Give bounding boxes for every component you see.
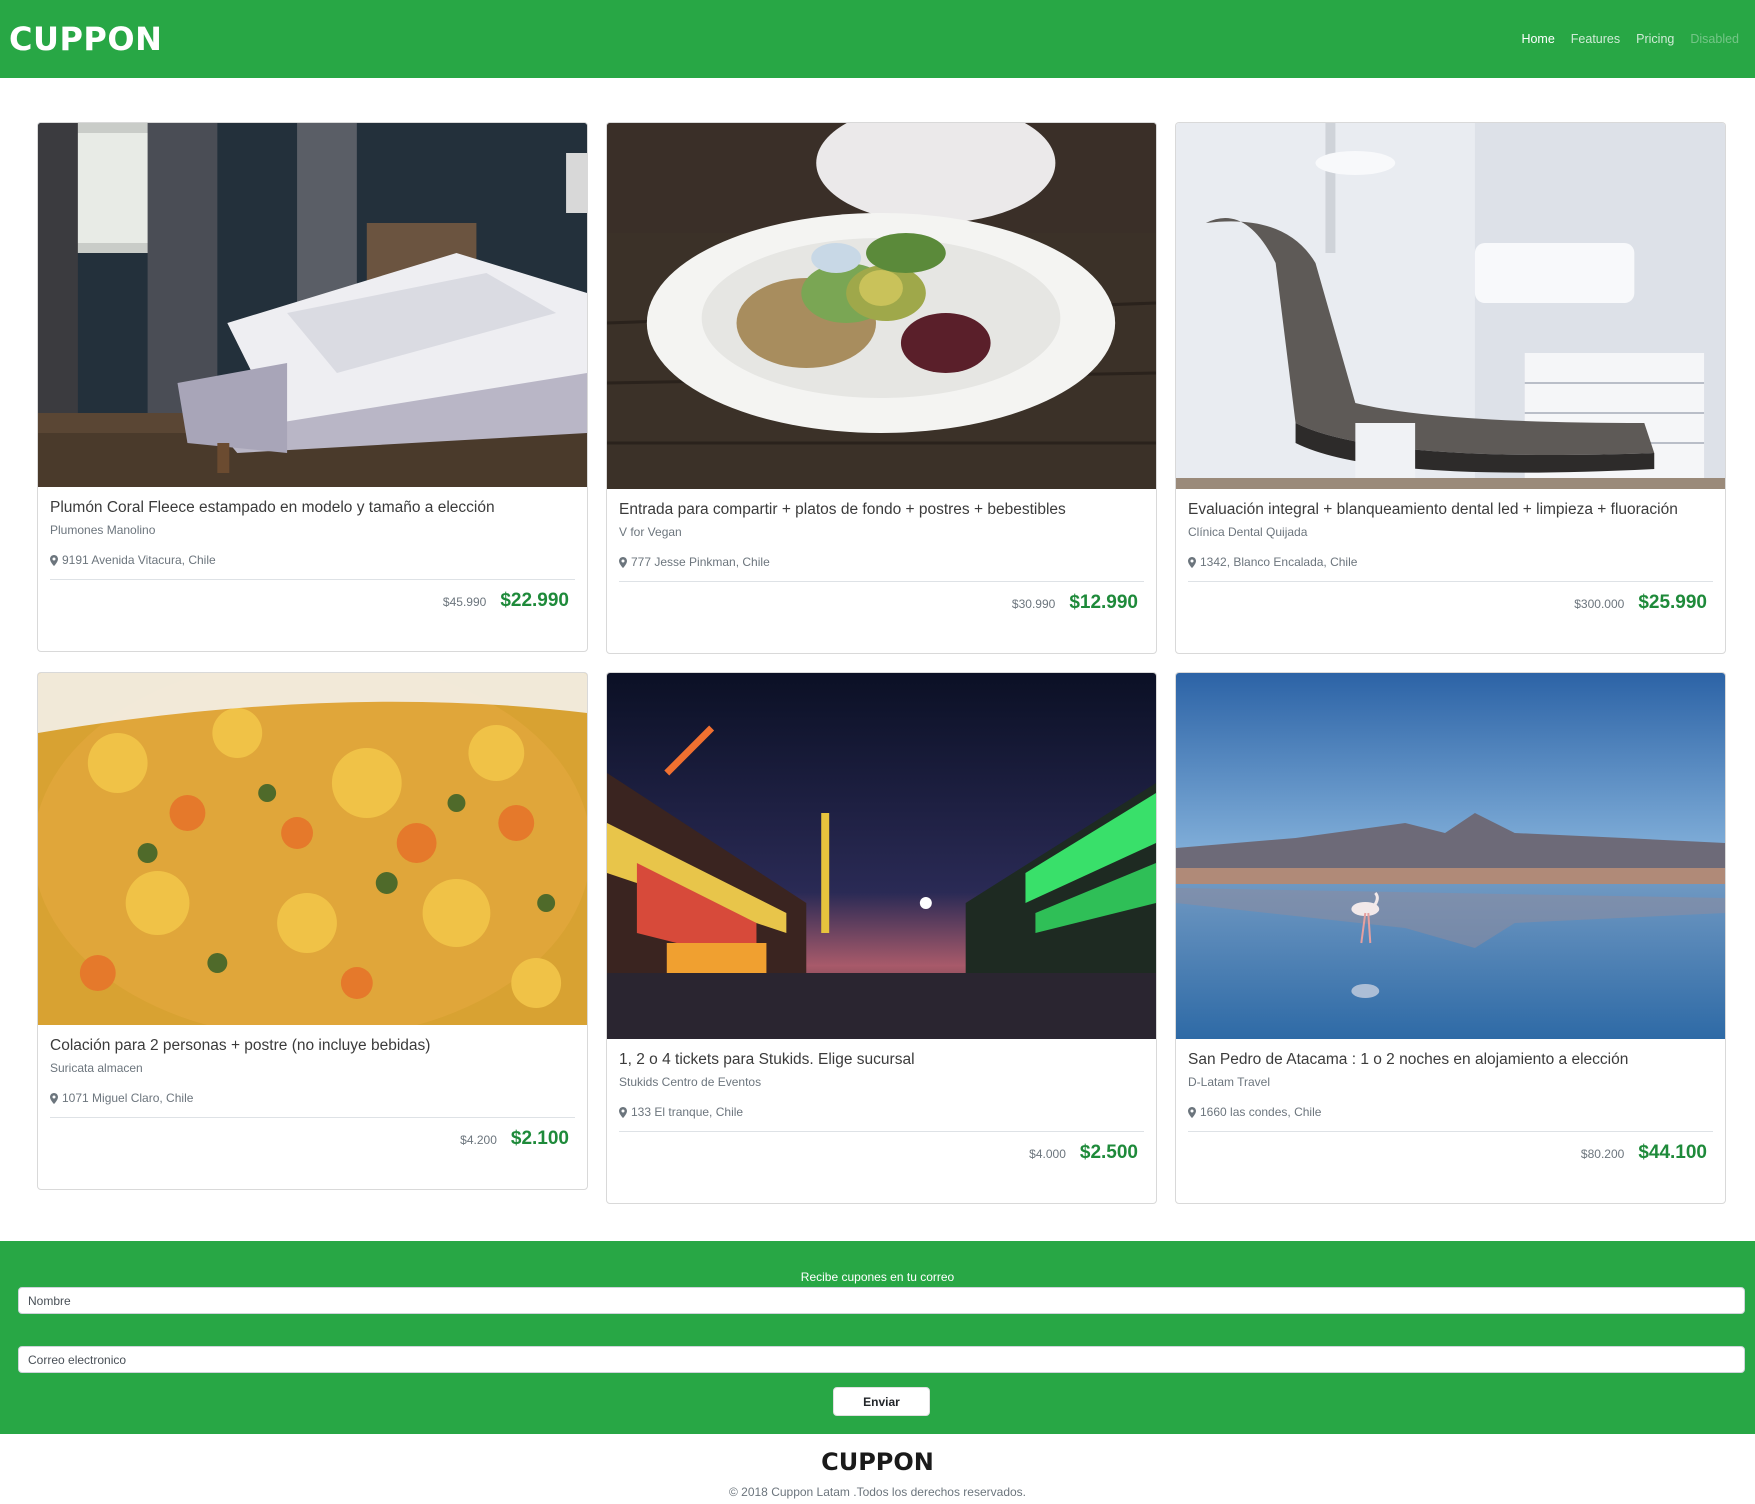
card-title[interactable]: Plumón Coral Fleece estampado en modelo …: [50, 499, 575, 517]
card-location-text: 1660 las condes, Chile: [1200, 1105, 1322, 1119]
card-title[interactable]: Evaluación integral + blanqueamiento den…: [1188, 501, 1713, 519]
price-row: $4.200 $2.100: [50, 1128, 575, 1150]
new-price: $22.990: [500, 590, 569, 611]
card-location-text: 9191 Avenida Vitacura, Chile: [62, 553, 216, 567]
fairground-photo[interactable]: [607, 673, 1156, 1039]
footer-brand: CUPPON: [821, 1448, 934, 1476]
card-title[interactable]: Entrada para compartir + platos de fondo…: [619, 501, 1144, 519]
card-seller: Plumones Manolino: [50, 523, 156, 537]
card-seller: Clínica Dental Quijada: [1188, 525, 1308, 539]
nav-link-pricing[interactable]: Pricing: [1628, 32, 1682, 46]
card-seller: D-Latam Travel: [1188, 1075, 1271, 1089]
new-price: $44.100: [1638, 1142, 1707, 1163]
card-location-text: 133 El tranque, Chile: [631, 1105, 744, 1119]
map-pin-icon: [50, 1092, 58, 1104]
subscribe-title: Recibe cupones en tu correo: [800, 1270, 955, 1284]
email-input[interactable]: [18, 1346, 1745, 1373]
card-body: Entrada para compartir + platos de fondo…: [607, 489, 1156, 614]
brand-logo[interactable]: CUPPON: [9, 20, 162, 58]
card-title[interactable]: San Pedro de Atacama : 1 o 2 noches en a…: [1188, 1051, 1713, 1069]
dental-chair-photo[interactable]: [1176, 123, 1725, 489]
card-location-text: 1342, Blanco Encalada, Chile: [1200, 555, 1358, 569]
deal-card[interactable]: 1, 2 o 4 tickets para Stukids. Elige suc…: [606, 672, 1157, 1204]
card-divider: [619, 1131, 1144, 1132]
old-price: $80.200: [1580, 1147, 1625, 1161]
nav-links: Home Features Pricing Disabled: [1513, 32, 1747, 46]
card-seller: Stukids Centro de Eventos: [619, 1075, 762, 1089]
card-location-text: 1071 Miguel Claro, Chile: [62, 1091, 194, 1105]
vegan-salad-photo[interactable]: [607, 123, 1156, 489]
card-seller: V for Vegan: [619, 525, 682, 539]
deal-card[interactable]: Plumón Coral Fleece estampado en modelo …: [37, 122, 588, 652]
nav-link-home[interactable]: Home: [1513, 32, 1562, 46]
submit-button[interactable]: Enviar: [833, 1387, 930, 1416]
price-row: $30.990 $12.990: [619, 592, 1144, 614]
deal-card[interactable]: Entrada para compartir + platos de fondo…: [606, 122, 1157, 654]
card-location: 1660 las condes, Chile: [1188, 1105, 1713, 1119]
deal-card[interactable]: San Pedro de Atacama : 1 o 2 noches en a…: [1175, 672, 1726, 1204]
new-price: $12.990: [1069, 592, 1138, 613]
card-location: 133 El tranque, Chile: [619, 1105, 1144, 1119]
nav-link-features[interactable]: Features: [1563, 32, 1628, 46]
card-divider: [1188, 581, 1713, 582]
bedroom-photo[interactable]: [38, 123, 587, 487]
card-location: 777 Jesse Pinkman, Chile: [619, 555, 1144, 569]
navbar: CUPPON Home Features Pricing Disabled: [0, 0, 1755, 78]
old-price: $4.200: [460, 1133, 497, 1147]
card-body: San Pedro de Atacama : 1 o 2 noches en a…: [1176, 1039, 1725, 1164]
old-price: $300.000: [1574, 597, 1625, 611]
card-seller: Suricata almacen: [50, 1061, 143, 1075]
map-pin-icon: [50, 554, 58, 566]
subscribe-section: Recibe cupones en tu correo Enviar: [0, 1241, 1755, 1434]
card-body: 1, 2 o 4 tickets para Stukids. Elige suc…: [607, 1039, 1156, 1164]
old-price: $30.990: [1011, 597, 1056, 611]
map-pin-icon: [619, 556, 627, 568]
name-input[interactable]: [18, 1287, 1745, 1314]
food-dish-photo[interactable]: [38, 673, 587, 1025]
card-body: Colación para 2 personas + postre (no in…: [38, 1025, 587, 1150]
deal-card[interactable]: Evaluación integral + blanqueamiento den…: [1175, 122, 1726, 654]
price-row: $300.000 $25.990: [1188, 592, 1713, 614]
flamingo-lake-photo[interactable]: [1176, 673, 1725, 1039]
deal-card[interactable]: Colación para 2 personas + postre (no in…: [37, 672, 588, 1190]
map-pin-icon: [619, 1106, 627, 1118]
nav-link-disabled: Disabled: [1690, 32, 1739, 46]
new-price: $2.100: [510, 1128, 569, 1149]
price-row: $45.990 $22.990: [50, 590, 575, 612]
card-location-text: 777 Jesse Pinkman, Chile: [631, 555, 770, 569]
card-body: Plumón Coral Fleece estampado en modelo …: [38, 487, 587, 612]
footer-copyright: © 2018 Cuppon Latam .Todos los derechos …: [728, 1485, 1027, 1499]
card-divider: [1188, 1131, 1713, 1132]
old-price: $4.000: [1029, 1147, 1066, 1161]
card-location: 9191 Avenida Vitacura, Chile: [50, 553, 575, 567]
new-price: $2.500: [1079, 1142, 1138, 1163]
card-location: 1071 Miguel Claro, Chile: [50, 1091, 575, 1105]
price-row: $4.000 $2.500: [619, 1142, 1144, 1164]
map-pin-icon: [1188, 556, 1196, 568]
card-title[interactable]: Colación para 2 personas + postre (no in…: [50, 1037, 575, 1055]
card-divider: [50, 1117, 575, 1118]
card-location: 1342, Blanco Encalada, Chile: [1188, 555, 1713, 569]
card-body: Evaluación integral + blanqueamiento den…: [1176, 489, 1725, 614]
new-price: $25.990: [1638, 592, 1707, 613]
old-price: $45.990: [442, 595, 487, 609]
price-row: $80.200 $44.100: [1188, 1142, 1713, 1164]
card-title[interactable]: 1, 2 o 4 tickets para Stukids. Elige suc…: [619, 1051, 1144, 1069]
card-divider: [50, 579, 575, 580]
card-divider: [619, 581, 1144, 582]
map-pin-icon: [1188, 1106, 1196, 1118]
